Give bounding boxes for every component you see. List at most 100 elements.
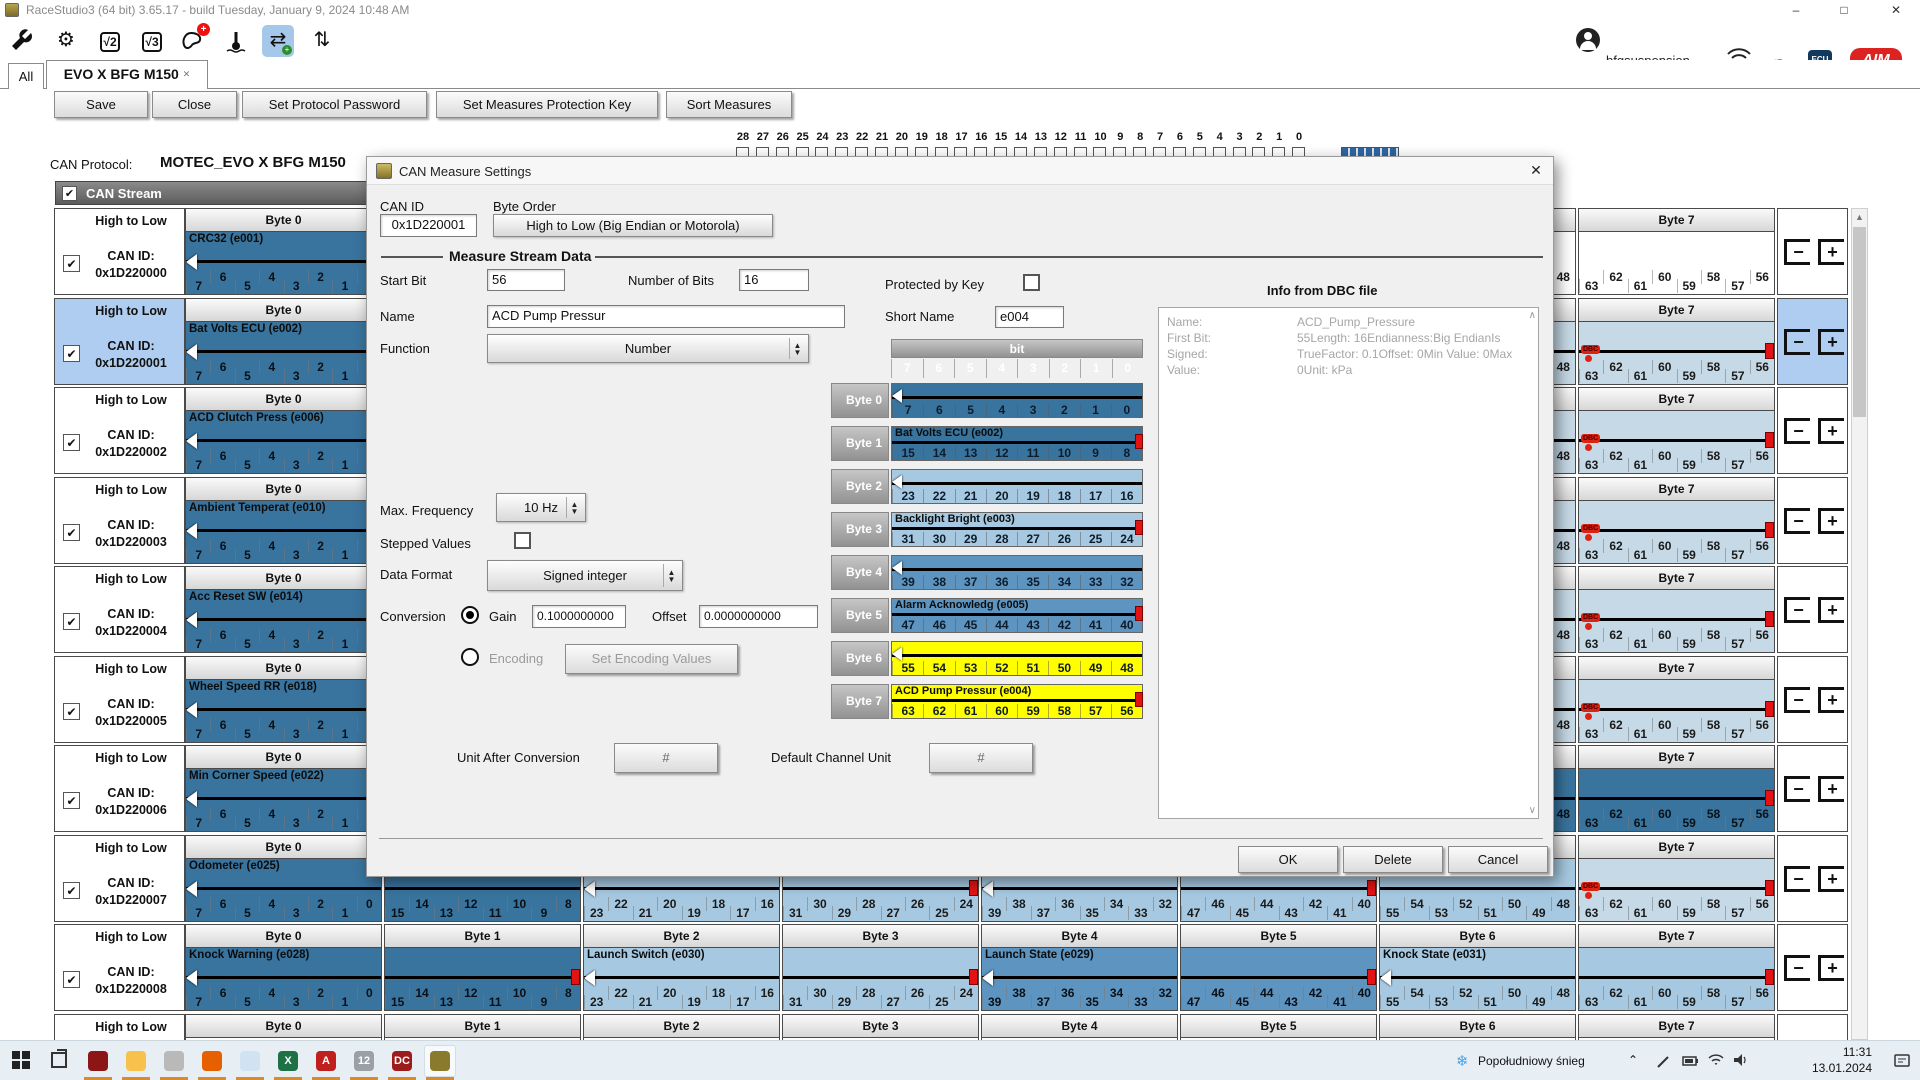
- unit-after-conversion-button[interactable]: #: [614, 743, 718, 773]
- protected-by-key-checkbox[interactable]: [1023, 274, 1040, 291]
- add-measure-button[interactable]: +: [1818, 508, 1844, 534]
- row-checkbox[interactable]: ✔: [63, 613, 80, 630]
- row-id-cell[interactable]: ✔High to LowCAN ID:0x1D220007: [54, 835, 185, 922]
- remove-measure-button[interactable]: −: [1784, 329, 1810, 355]
- excel[interactable]: X: [272, 1045, 304, 1077]
- byte-measure-cell[interactable]: Knock Warning (e028)76543210: [185, 948, 382, 1011]
- grid-byte-cell[interactable]: Bat Volts ECU (e002)15141312111098: [891, 426, 1143, 461]
- set-measures-protection-key-button[interactable]: Set Measures Protection Key: [436, 91, 658, 118]
- byte-measure-cell[interactable]: Launch Switch (e030)2322212019181716: [583, 948, 780, 1011]
- info-scroll-down-icon[interactable]: ∨: [1529, 805, 1536, 816]
- max-frequency-spinner-icon[interactable]: ▲▼: [566, 497, 582, 518]
- byte-measure-cell[interactable]: DBC6362616059585756: [1578, 859, 1775, 922]
- byte-measure-cell[interactable]: Odometer (e025)76543210: [185, 859, 382, 922]
- grid-byte-cell[interactable]: Alarm Acknowledg (e005)4746454443424140: [891, 598, 1143, 633]
- notification-center-icon[interactable]: [1894, 1053, 1911, 1074]
- byte-measure-cell[interactable]: DBC6362616059585756: [1578, 680, 1775, 743]
- clock-date[interactable]: 13.01.2024: [1800, 1061, 1872, 1075]
- byte-measure-cell[interactable]: ACD Clutch Press (e006)76543210: [185, 411, 382, 474]
- byte-measure-cell[interactable]: 6362616059585756: [1578, 948, 1775, 1011]
- byte-measure-cell[interactable]: Ambient Temperat (e010)76543210: [185, 501, 382, 564]
- can-config-icon[interactable]: ⇄+: [262, 25, 294, 57]
- add-measure-button[interactable]: +: [1818, 687, 1844, 713]
- user-avatar-icon[interactable]: [1576, 28, 1600, 52]
- row-id-cell[interactable]: ✔High to LowCAN ID:0x1D220004: [54, 566, 185, 653]
- byte-measure-cell[interactable]: 3130292827262524: [782, 948, 979, 1011]
- delete-button[interactable]: Delete: [1343, 846, 1443, 873]
- battery-tray-icon[interactable]: [1682, 1054, 1700, 1073]
- default-channel-unit-button[interactable]: #: [929, 743, 1033, 773]
- racestudio[interactable]: [424, 1045, 456, 1077]
- temperature-icon[interactable]: [220, 25, 252, 57]
- scrollbar-thumb[interactable]: [1853, 227, 1866, 417]
- tab-all[interactable]: All: [8, 63, 44, 89]
- task-view-button[interactable]: [44, 1045, 76, 1077]
- gears-icon[interactable]: ⚙: [50, 25, 82, 57]
- grid-byte-cell[interactable]: Backlight Bright (e003)3130292827262524: [891, 512, 1143, 547]
- byte-measure-cell[interactable]: Launch State (e029)3938373635343332: [981, 948, 1178, 1011]
- dialog-close-icon[interactable]: ✕: [1525, 162, 1547, 180]
- gain-radio[interactable]: [461, 606, 479, 624]
- add-measure-button[interactable]: +: [1818, 239, 1844, 265]
- name-input[interactable]: ACD Pump Pressur: [487, 305, 845, 328]
- offset-input[interactable]: 0.0000000000: [699, 605, 818, 628]
- math3-icon[interactable]: √3: [136, 25, 168, 57]
- save-button[interactable]: Save: [54, 91, 148, 118]
- byte-measure-cell[interactable]: CRC32 (e001)76543210: [185, 232, 382, 295]
- race-app[interactable]: [82, 1045, 114, 1077]
- byte-measure-cell[interactable]: 4746454443424140: [1180, 948, 1377, 1011]
- remove-measure-button[interactable]: −: [1784, 418, 1810, 444]
- row-checkbox[interactable]: ✔: [63, 971, 80, 988]
- table-scrollbar[interactable]: ▲: [1851, 208, 1868, 1040]
- byte-measure-cell[interactable]: DBC6362616059585756: [1578, 411, 1775, 474]
- remove-measure-button[interactable]: −: [1784, 687, 1810, 713]
- file-explorer[interactable]: [120, 1045, 152, 1077]
- row-id-cell[interactable]: ✔High to LowCAN ID:0x1D220008: [54, 924, 185, 1011]
- remove-measure-button[interactable]: −: [1784, 597, 1810, 623]
- tool-app[interactable]: [158, 1045, 190, 1077]
- byte-order-dropdown[interactable]: High to Low (Big Endian or Motorola): [493, 214, 773, 237]
- row-checkbox[interactable]: ✔: [63, 792, 80, 809]
- remove-measure-button[interactable]: −: [1784, 239, 1810, 265]
- set-protocol-password-button[interactable]: Set Protocol Password: [242, 91, 427, 118]
- byte-measure-cell[interactable]: Wheel Speed RR (e018)76543210: [185, 680, 382, 743]
- grid-byte-cell[interactable]: 3938373635343332: [891, 555, 1143, 590]
- wifi-tray-icon[interactable]: [1708, 1053, 1724, 1072]
- data-format-spinner-icon[interactable]: ▲▼: [663, 564, 679, 587]
- display-utility[interactable]: 12: [348, 1045, 380, 1077]
- row-id-cell[interactable]: ✔High to LowCAN ID:0x1D220002: [54, 387, 185, 474]
- function-dropdown[interactable]: Number ▲▼: [487, 334, 809, 363]
- close-button[interactable]: ✕: [1878, 0, 1914, 20]
- data-format-dropdown[interactable]: Signed integer ▲▼: [487, 560, 683, 591]
- byte-measure-cell[interactable]: 6362616059585756: [1578, 232, 1775, 295]
- tray-chevron-icon[interactable]: ⌃: [1628, 1053, 1638, 1067]
- grid-byte-cell[interactable]: 76543210: [891, 383, 1143, 418]
- speaker-tray-icon[interactable]: [1732, 1053, 1748, 1072]
- byte-measure-cell[interactable]: Bat Volts ECU (e002)76543210: [185, 322, 382, 385]
- row-checkbox[interactable]: ✔: [63, 345, 80, 362]
- row-id-cell[interactable]: ✔High to LowCAN ID:0x1D220000: [54, 208, 185, 295]
- byte-measure-cell[interactable]: DBC6362616059585756: [1578, 590, 1775, 653]
- info-scroll-up-icon[interactable]: ∧: [1529, 310, 1536, 321]
- tab-evo-x-bfg-m150[interactable]: EVO X BFG M150 ✕: [46, 60, 208, 89]
- row-id-cell[interactable]: ✔High to LowCAN ID:0x1D220005: [54, 656, 185, 743]
- set-encoding-values-button[interactable]: Set Encoding Values: [565, 644, 738, 674]
- add-measure-button[interactable]: +: [1818, 418, 1844, 444]
- firefox[interactable]: [196, 1045, 228, 1077]
- close-protocol-button[interactable]: Close: [152, 91, 237, 118]
- stepped-values-checkbox[interactable]: [514, 532, 531, 549]
- add-measure-button[interactable]: +: [1818, 776, 1844, 802]
- encoding-radio[interactable]: [461, 648, 479, 666]
- sort-measures-button[interactable]: Sort Measures: [666, 91, 792, 118]
- can-stream-checkbox[interactable]: ✔: [62, 186, 77, 201]
- row-checkbox[interactable]: ✔: [63, 434, 80, 451]
- byte-measure-cell[interactable]: Acc Reset SW (e014)76543210: [185, 590, 382, 653]
- row-id-cell[interactable]: ✔High to LowCAN ID:0x1D220006: [54, 745, 185, 832]
- remove-measure-button[interactable]: −: [1784, 776, 1810, 802]
- math2-icon[interactable]: √2: [94, 25, 126, 57]
- short-name-input[interactable]: e004: [995, 306, 1064, 328]
- can-id-input[interactable]: 0x1D220001: [380, 214, 477, 237]
- grid-byte-cell[interactable]: 2322212019181716: [891, 469, 1143, 504]
- cancel-button[interactable]: Cancel: [1448, 846, 1548, 873]
- tab-close-icon[interactable]: ✕: [183, 69, 191, 79]
